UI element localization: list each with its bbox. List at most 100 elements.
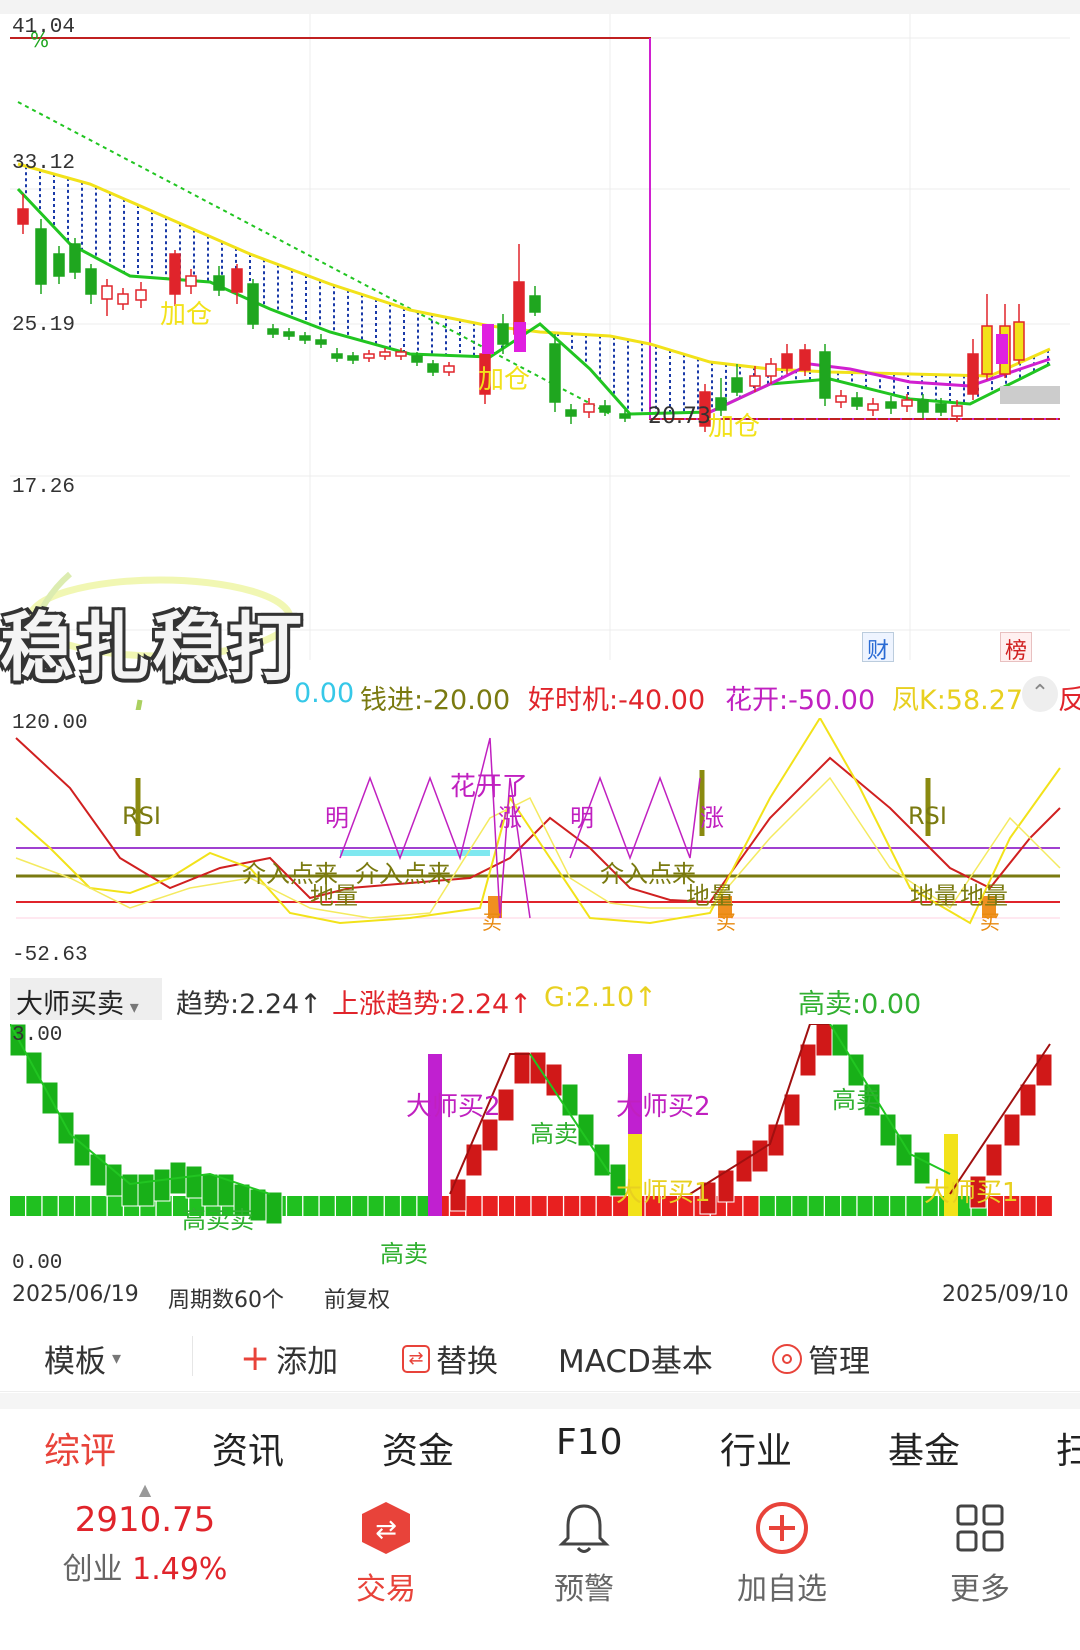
candle-body (619, 413, 631, 419)
base-block (1036, 1196, 1052, 1216)
tab-fund[interactable]: 基金 (888, 1422, 960, 1474)
base-block (10, 1196, 25, 1216)
tab-news[interactable]: 资讯 (212, 1422, 284, 1474)
master-panel[interactable]: 3.00 0.00 大师买2 大师买2 大师买1 大师买1 高卖 高卖 高卖 高… (10, 1024, 1070, 1280)
base-block (596, 1196, 612, 1216)
indicator-value: 好时机:-40.00 (528, 685, 706, 716)
base-block (107, 1196, 123, 1216)
candle-body (299, 335, 311, 341)
trend-block (783, 1093, 801, 1127)
base-block (499, 1196, 514, 1216)
tab-f10[interactable]: F10 (556, 1422, 623, 1463)
candle-body (85, 268, 97, 295)
base-block (759, 1196, 775, 1216)
base-block (825, 1196, 840, 1216)
candle-body (169, 253, 181, 295)
candle-body (583, 403, 595, 413)
buy-marker: 买 (980, 910, 1000, 934)
candle-body (731, 377, 743, 393)
chevron-up-icon[interactable]: ⌃ (1022, 676, 1058, 712)
trend-block (265, 1191, 283, 1225)
high-sell-label: 高卖 (380, 1240, 428, 1268)
add-watchlist-button[interactable]: 加自选 (712, 1490, 852, 1608)
candle-body (35, 228, 47, 285)
trend-block (89, 1153, 107, 1187)
grid-icon (950, 1498, 1010, 1558)
tab-funds-flow[interactable]: 资金 (382, 1422, 454, 1474)
candle-body (411, 355, 423, 363)
candle-highlight (996, 334, 1008, 364)
alert-button[interactable]: 预警 (514, 1490, 654, 1608)
signal-add-position: 加仓 (160, 300, 213, 330)
trade-button[interactable]: ⇄ 交易 (316, 1490, 456, 1608)
more-button[interactable]: 更多 (910, 1490, 1050, 1608)
rise-label: 涨 (498, 804, 522, 832)
bottom-action-bar: ▲ 2910.75 创业 1.49% ⇄ 交易 预警 加自选 更多 (0, 1480, 1080, 1650)
base-block (792, 1196, 808, 1216)
base-block (303, 1196, 319, 1216)
base-block (42, 1196, 58, 1216)
indicator-panel[interactable]: 120.00 -52.63 RSI RSI 花开了 明 涨 明 涨 介入点来 介… (10, 712, 1070, 968)
base-block (841, 1196, 857, 1216)
tab-industry[interactable]: 行业 (720, 1422, 792, 1474)
adjust-mode[interactable]: 前复权 (324, 1282, 390, 1314)
plus-icon: + (240, 1337, 271, 1379)
manage-label: 管理 (808, 1344, 870, 1380)
candle-body (565, 409, 577, 417)
base-block (547, 1196, 563, 1216)
candle-body (781, 353, 793, 369)
uptrend-value: 上涨趋势:2.24↑ (332, 989, 532, 1020)
master-buy2-bar (428, 1054, 442, 1216)
replace-button[interactable]: ⇄ 替换 (402, 1336, 498, 1381)
master-buy2-label: 大师买2 (616, 1092, 711, 1122)
candle-body (1013, 321, 1025, 361)
reference-line (10, 37, 1060, 420)
indicator-y-max: 120.00 (12, 712, 88, 735)
trend-block (815, 1024, 833, 1057)
master-buy2-label: 大师买2 (406, 1092, 501, 1122)
manage-button[interactable]: 管理 (772, 1336, 870, 1381)
price-marker-label: 20.73 (648, 404, 711, 429)
indicator-selector[interactable]: 大师买卖 ▾ (10, 978, 162, 1020)
period-count: 周期数60个 (168, 1288, 284, 1313)
base-block (368, 1196, 384, 1216)
candle-body (283, 331, 295, 337)
intervene-label: 介入点来 (355, 860, 451, 888)
section-divider (0, 1393, 1080, 1409)
watermark-overlay: 稳扎稳打 (0, 570, 330, 710)
signal-add-position: 加仓 (478, 365, 531, 395)
caret-down-icon: ▾ (112, 1348, 122, 1369)
top-strip (0, 0, 1080, 14)
intervene-label: 介入点来 (600, 860, 696, 888)
candle-body (231, 268, 243, 293)
base-block (564, 1196, 580, 1216)
bell-icon (554, 1498, 614, 1558)
svg-text:⇄: ⇄ (375, 1515, 397, 1545)
high-sell-sell-label: 高卖卖 (182, 1206, 254, 1234)
trend-block (481, 1118, 499, 1152)
buy-marker: 买 (716, 910, 736, 934)
watermark-text: 稳扎稳打 (0, 605, 304, 691)
template-button[interactable]: 模板 ▾ (44, 1336, 121, 1381)
base-block (808, 1196, 824, 1216)
master-indicator-row: 大师买卖 ▾ 趋势:2.24↑ 上涨趋势:2.24↑ G:2.10↑ 高卖:0.… (0, 976, 1080, 1022)
tab-more-cut[interactable]: 扫 (1056, 1422, 1080, 1474)
base-block (352, 1196, 368, 1216)
rise-label: 涨 (700, 804, 724, 832)
add-button[interactable]: + 添加 (240, 1336, 338, 1381)
candle-body (363, 353, 375, 359)
trend-block (1019, 1083, 1037, 1117)
ranking-badge[interactable]: 榜 (1000, 632, 1032, 664)
finance-badge[interactable]: 财 (862, 632, 894, 664)
kline-chart[interactable]: 41.04 % 33.12 25.19 17.26 加仓 加仓 加仓 20.73… (10, 14, 1070, 664)
base-block (319, 1196, 335, 1216)
trend-block (1003, 1113, 1021, 1147)
tab-summary[interactable]: 综评 (44, 1422, 116, 1474)
index-ticker[interactable]: ▲ 2910.75 创业 1.49% (50, 1480, 240, 1588)
more-label: 更多 (950, 1572, 1010, 1607)
base-block (336, 1196, 351, 1216)
toolbar-divider (192, 1336, 193, 1376)
indicator-name-button[interactable]: MACD基本 (558, 1336, 713, 1381)
buy-marker: 买 (482, 910, 502, 934)
candle-body (951, 405, 963, 417)
